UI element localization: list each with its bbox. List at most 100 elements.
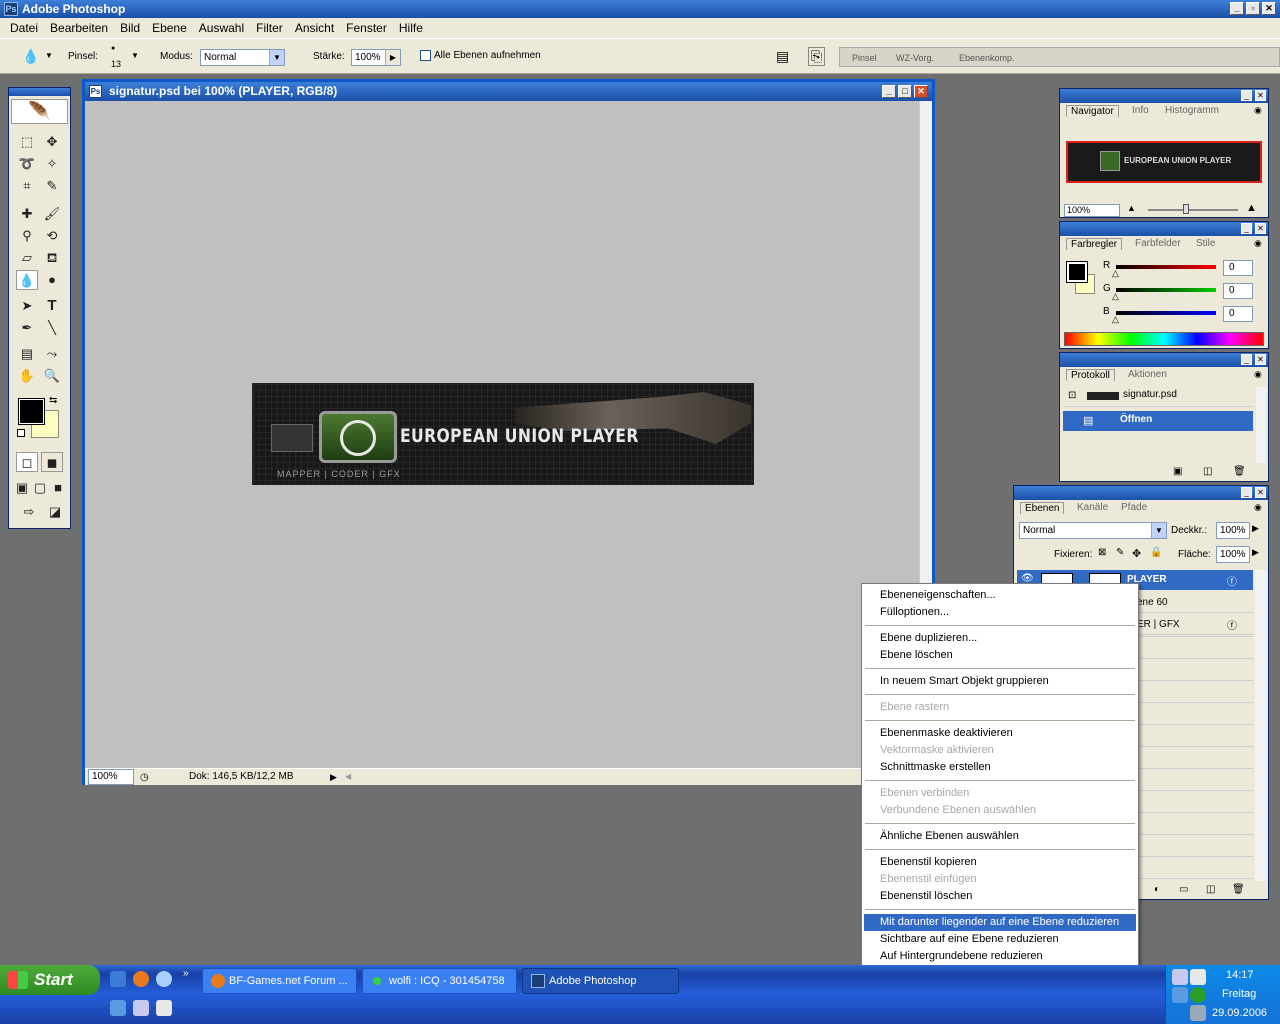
tray-network-icon[interactable] [1172,987,1188,1003]
context-menu-item[interactable]: Sichtbare auf eine Ebene reduzieren [864,931,1136,948]
menu-bearbeiten[interactable]: Bearbeiten [44,21,114,35]
blue-slider[interactable] [1116,311,1216,315]
menu-bild[interactable]: Bild [114,21,146,35]
screen-mode-full-icon[interactable]: ■ [49,478,67,498]
move-tool-icon[interactable]: ✥ [41,132,63,152]
eyedropper-tool-icon[interactable]: ⤳ [41,344,63,364]
imageready-icon[interactable]: ◪ [44,502,66,522]
zoom-field[interactable]: 100% [88,769,134,785]
layer-style-icon[interactable]: ⓕ [1227,617,1237,632]
start-button[interactable]: Start [0,965,100,995]
palette-well-icon[interactable]: ⎘ [808,47,826,66]
brush-dot-icon[interactable]: ● [111,45,115,52]
tray-app-icon[interactable] [1172,969,1188,985]
blend-mode-select[interactable]: Normal ▼ [1019,522,1167,539]
context-menu-item[interactable]: Fülloptionen... [864,604,1136,621]
status-preview-icon[interactable]: ◷ [140,770,149,786]
minimize-button[interactable]: _ [1230,2,1244,15]
restore-button[interactable]: ▫ [1246,2,1260,15]
new-layer-icon[interactable]: ◫ [1206,884,1215,895]
standard-mode-icon[interactable]: ◻ [16,452,38,472]
feather-logo-icon[interactable]: 🪶 [11,99,68,124]
tab-farbregler[interactable]: Farbregler [1066,238,1123,250]
well-tab-wz-vorg[interactable]: WZ-Vorg. [896,53,934,63]
screen-mode-menu-icon[interactable]: ▢ [31,478,49,498]
context-menu-item[interactable]: Schnittmaske erstellen [864,759,1136,776]
brush-tool-icon[interactable]: 🖌 [41,204,63,224]
tab-ebenen[interactable]: Ebenen [1020,502,1065,514]
blue-value-field[interactable]: 0 [1223,306,1253,322]
panel-minimize-button[interactable]: _ [1241,354,1252,365]
file-browser-icon[interactable]: ▤ [776,48,789,65]
context-menu-item[interactable]: Mit darunter liegender auf eine Ebene re… [864,914,1136,931]
lock-pixels-icon[interactable]: ✎ [1116,547,1124,558]
new-snapshot-icon[interactable]: ◫ [1203,466,1212,477]
layers-scrollbar[interactable] [1255,570,1267,881]
fill-field[interactable]: 100% [1216,546,1250,563]
panel-close-button[interactable]: ✕ [1255,354,1266,365]
lock-position-icon[interactable]: ✥ [1132,547,1141,560]
screen-mode-standard-icon[interactable]: ▣ [13,478,31,498]
color-fg-swatch[interactable] [1066,261,1088,283]
eraser-tool-icon[interactable]: ▱ [16,248,38,268]
context-menu-item[interactable]: Ebene löschen [864,647,1136,664]
menu-datei[interactable]: Datei [4,21,44,35]
panel-minimize-button[interactable]: _ [1241,223,1252,234]
tab-info[interactable]: Info [1132,105,1149,116]
panel-close-button[interactable]: ✕ [1255,223,1266,234]
quick-mask-icon[interactable]: ◼ [41,452,63,472]
default-colors-icon[interactable] [17,429,25,437]
layer-style-icon[interactable]: ⓕ [1227,573,1237,588]
lock-all-icon[interactable]: 🔒 [1150,547,1162,558]
history-scrollbar[interactable] [1256,387,1266,463]
doc-close-button[interactable]: ✕ [914,85,928,98]
adjustment-layer-icon[interactable]: ◐ [1154,884,1160,895]
taskbar-button-icq[interactable]: wolfi : ICQ - 301454758 [362,968,517,994]
all-layers-checkbox[interactable] [420,50,431,61]
menu-filter[interactable]: Filter [250,21,289,35]
navigator-thumbnail[interactable]: EUROPEAN UNION PLAYER [1066,141,1262,183]
crop-tool-icon[interactable]: ⌗ [16,176,38,196]
green-value-field[interactable]: 0 [1223,283,1253,299]
delete-layer-icon[interactable]: 🗑 [1232,884,1245,895]
zoom-in-icon[interactable]: ▲ [1246,202,1257,214]
panel-menu-icon[interactable]: ◉ [1254,238,1262,249]
brush-dropdown-icon[interactable]: ▼ [131,51,139,60]
path-selection-tool-icon[interactable]: ➤ [16,296,38,316]
new-document-from-state-icon[interactable]: ▣ [1173,466,1182,477]
jump-to-imageready-icon[interactable]: ⇨ [14,502,44,522]
green-slider-thumb-icon[interactable]: △ [1112,291,1119,302]
panel-minimize-button[interactable]: _ [1241,487,1252,498]
ie-quicklaunch-icon[interactable] [110,971,126,987]
lasso-tool-icon[interactable]: ➰ [16,154,38,174]
context-menu-item[interactable]: Ebenenstil kopieren [864,854,1136,871]
panel-menu-icon[interactable]: ◉ [1254,369,1262,380]
delete-state-icon[interactable]: 🗑 [1233,466,1246,477]
history-snapshot-row[interactable]: ⊡ signatur.psd [1063,387,1253,407]
tray-status-icon[interactable] [1190,987,1206,1003]
strength-input[interactable]: 100% ▶ [351,49,401,66]
context-menu-item[interactable]: Ebenenstil löschen [864,888,1136,905]
color-spectrum-bar[interactable] [1064,332,1264,346]
tab-aktionen[interactable]: Aktionen [1128,369,1167,380]
opacity-field[interactable]: 100% [1216,522,1250,539]
navigator-zoom-field[interactable]: 100% [1064,204,1120,217]
context-menu-item[interactable]: Ebeneneigenschaften... [864,587,1136,604]
blue-slider-thumb-icon[interactable]: △ [1112,314,1119,325]
type-tool-icon[interactable]: T [41,296,63,316]
red-slider[interactable] [1116,265,1216,269]
media-player-quicklaunch-icon[interactable] [156,971,172,987]
lock-transparency-icon[interactable]: ⊠ [1098,547,1106,558]
panel-menu-icon[interactable]: ◉ [1254,502,1262,513]
navigator-zoom-slider[interactable] [1148,209,1238,211]
tray-monitor-icon[interactable] [1190,969,1206,985]
slice-tool-icon[interactable]: ✎ [41,176,63,196]
menu-ebene[interactable]: Ebene [146,21,193,35]
tab-protokoll[interactable]: Protokoll [1066,369,1115,381]
context-menu-item[interactable]: In neuem Smart Objekt gruppieren [864,673,1136,690]
foreground-color-swatch[interactable] [18,398,45,425]
line-tool-icon[interactable]: ╲ [41,318,63,338]
context-menu-item[interactable]: Ähnliche Ebenen auswählen [864,828,1136,845]
tab-navigator[interactable]: Navigator [1066,105,1119,117]
hand-tool-icon[interactable]: ✋ [16,366,38,386]
